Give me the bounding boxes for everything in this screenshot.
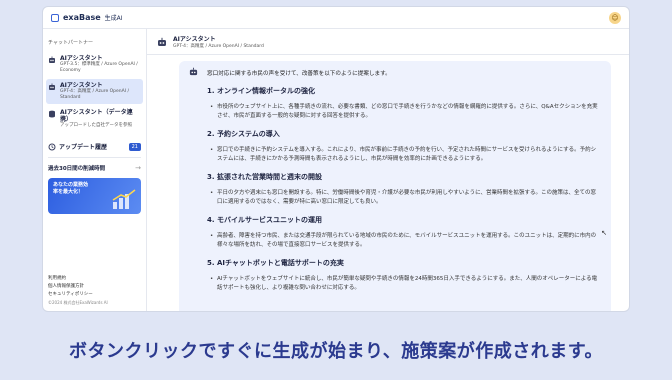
section-title: 3. 拡張された営業時間と週末の開設: [207, 173, 322, 181]
message-intro: 窓口対応に関する市民の声を受けて、改善策を以下のように提案します。: [207, 71, 391, 77]
robot-icon: [189, 67, 198, 76]
promo-text: あなたの業務効率を最大化！: [53, 182, 89, 195]
chat-partner-desc: GPT-4：高精度 / Azure OpenAI / Standard: [173, 44, 264, 49]
reduced-time-link[interactable]: 過去30日間の削減時間 →: [46, 164, 143, 172]
proposal-section: 2. 予約システムの導入 窓口での手続きに予約システムを導入する。これにより、市…: [207, 129, 601, 164]
security-link[interactable]: セキュリティポリシー: [48, 291, 108, 299]
assistant-message: 窓口対応に関する市民の声を受けて、改善策を以下のように提案します。 1. オンラ…: [179, 61, 611, 311]
section-title: 1. オンライン情報ポータルの強化: [207, 87, 315, 95]
divider: [48, 157, 141, 158]
mouse-cursor-icon: ↖: [601, 229, 607, 237]
updates-label: アップデート履歴: [59, 144, 108, 151]
copyright: ©2024 株式会社ExaWizards AI: [48, 300, 108, 305]
section-title: 4. モバイルサービスユニットの運用: [207, 216, 322, 224]
section-body: 窓口での手続きに予約システムを導入する。これにより、市民が事前に手続きの予約を行…: [207, 146, 601, 164]
app-window: exaBase 生成AI ☺ チャットパートナー AIアシスタント GPT-3.…: [42, 6, 630, 312]
caption-banner: ボタンクリックですぐに生成が始まり、施策案が作成されます。: [0, 320, 672, 380]
brand-sub: 生成AI: [104, 15, 123, 22]
growth-chart-icon: [112, 189, 136, 209]
robot-icon: [158, 37, 166, 46]
section-body: 平日の夕方や週末にも窓口を開設する。特に、労働時間後や育児・介護が必要な市民が利…: [207, 189, 601, 207]
proposal-section: 4. モバイルサービスユニットの運用 高齢者、障害を持つ市民、または交通手段が限…: [207, 215, 601, 250]
proposal-section: 1. オンライン情報ポータルの強化 市役所のウェブサイト上に、各種手続きの流れ、…: [207, 86, 601, 121]
partner-item-data[interactable]: AIアシスタント（データ連携） アップロードした自社データを参照: [46, 106, 143, 132]
arrow-right-icon: →: [135, 164, 141, 172]
partner-heading: チャットパートナー: [48, 40, 93, 46]
logo-icon: [51, 13, 59, 22]
section-title: 2. 予約システムの導入: [207, 130, 280, 138]
section-body: AIチャットボットをウェブサイトに統合し、市民が簡単な疑問や手続きの情報を24時…: [207, 275, 601, 293]
partner-desc: GPT-3.5：標準精度 / Azure OpenAI / Economy: [60, 62, 138, 73]
chat-main: AIアシスタント GPT-4：高精度 / Azure OpenAI / Stan…: [147, 29, 629, 311]
chat-header: AIアシスタント GPT-4：高精度 / Azure OpenAI / Stan…: [147, 29, 629, 55]
history-icon: [48, 143, 56, 150]
robot-icon: [49, 56, 55, 63]
updates-link[interactable]: アップデート履歴 21: [46, 142, 143, 151]
partner-desc: アップロードした自社データを参照: [60, 123, 132, 128]
partner-name: AIアシスタント: [60, 55, 103, 62]
proposal-section: 5. AIチャットボットと電話サポートの充実 AIチャットボットをウェブサイトに…: [207, 258, 601, 293]
top-bar: exaBase 生成AI ☺: [43, 7, 629, 29]
terms-link[interactable]: 利用規約: [48, 275, 108, 283]
section-body: 高齢者、障害を持つ市民、または交通手段が限られている地域の市民のために、モバイル…: [207, 232, 601, 250]
section-title: 5. AIチャットボットと電話サポートの充実: [207, 259, 344, 267]
privacy-link[interactable]: 個人情報保護方針: [48, 283, 108, 291]
caption-text: ボタンクリックですぐに生成が始まり、施策案が作成されます。: [69, 341, 603, 362]
user-avatar[interactable]: ☺: [609, 11, 621, 24]
updates-count-badge: 21: [128, 142, 141, 151]
robot-icon: [49, 83, 55, 90]
chat-partner-name: AIアシスタント: [173, 36, 216, 43]
brand-name: exaBase: [63, 13, 101, 22]
partner-item-gpt4[interactable]: AIアシスタント GPT-4：高精度 / Azure OpenAI / Stan…: [46, 79, 143, 104]
footer-links: 利用規約 個人情報保護方針 セキュリティポリシー ©2024 株式会社ExaWi…: [48, 275, 108, 307]
section-body: 市役所のウェブサイト上に、各種手続きの流れ、必要な書類、どの窓口で手続きを行うか…: [207, 103, 601, 121]
partner-name: AIアシスタント: [60, 82, 103, 89]
partner-item-gpt35[interactable]: AIアシスタント GPT-3.5：標準精度 / Azure OpenAI / E…: [46, 52, 143, 77]
partner-name: AIアシスタント（データ連携）: [60, 109, 133, 123]
sidebar: チャットパートナー AIアシスタント GPT-3.5：標準精度 / Azure …: [43, 29, 147, 311]
database-icon: [49, 110, 55, 118]
proposal-section: 3. 拡張された営業時間と週末の開設 平日の夕方や週末にも窓口を開設する。特に、…: [207, 172, 601, 207]
reduced-time-label: 過去30日間の削減時間: [48, 166, 106, 172]
promo-banner[interactable]: あなたの業務効率を最大化！: [48, 178, 141, 214]
partner-desc: GPT-4：高精度 / Azure OpenAI / Standard: [60, 89, 130, 100]
screen-area: exaBase 生成AI ☺ チャットパートナー AIアシスタント GPT-3.…: [0, 0, 672, 320]
